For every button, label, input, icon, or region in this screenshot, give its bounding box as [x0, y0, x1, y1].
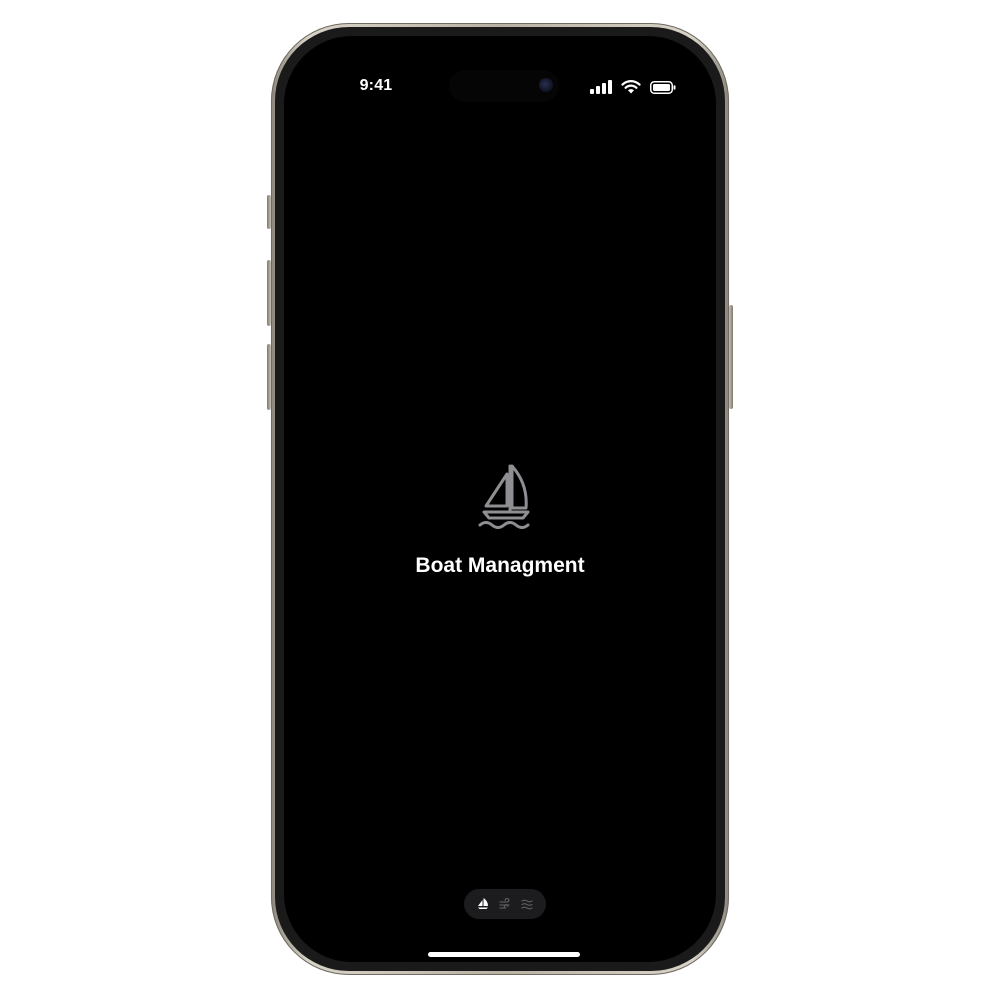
app-title: Boat Managment [415, 554, 585, 577]
splash-screen: 9:41 Boat Managment [284, 36, 716, 962]
front-camera [539, 78, 553, 92]
wifi-icon [621, 80, 641, 94]
waves-icon[interactable] [521, 898, 533, 910]
device-stage: 9:41 Boat Managment [0, 0, 1000, 1000]
wind-icon[interactable] [499, 898, 511, 910]
bottom-pager[interactable] [464, 889, 546, 919]
power-button [729, 305, 733, 409]
sailboat-icon [476, 462, 532, 532]
sailboat-icon[interactable] [477, 897, 489, 911]
status-time: 9:41 [359, 77, 393, 94]
phone-frame: 9:41 Boat Managment [271, 23, 729, 975]
battery-icon [650, 80, 676, 94]
status-icons [590, 80, 676, 94]
phone-bezel: 9:41 Boat Managment [275, 27, 725, 971]
signal-icon [590, 80, 612, 94]
home-indicator[interactable] [428, 952, 580, 957]
